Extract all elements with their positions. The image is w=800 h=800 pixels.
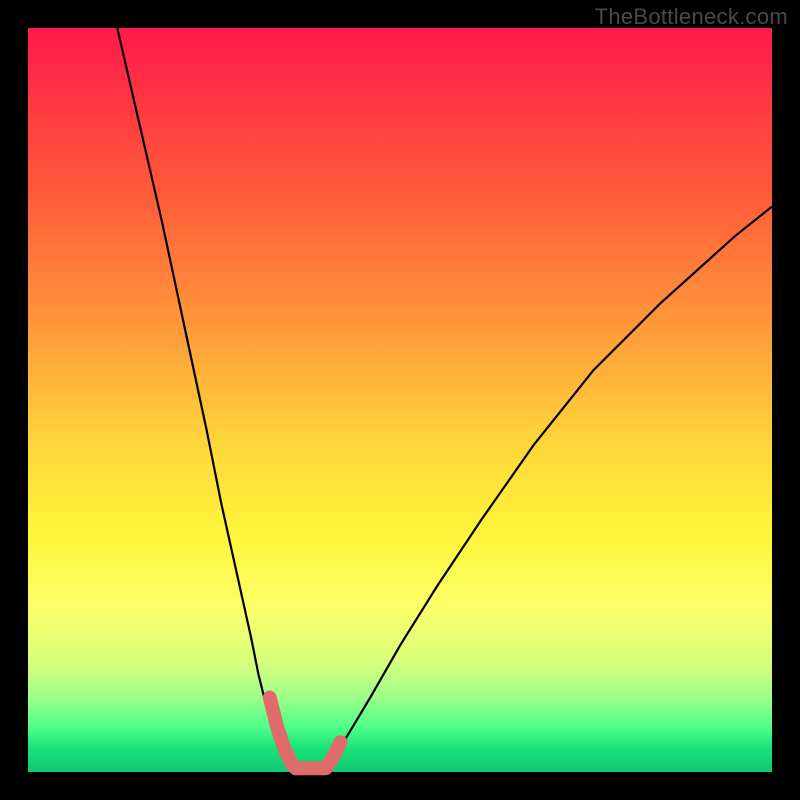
chart-frame: TheBottleneck.com	[0, 0, 800, 800]
plot-area	[28, 28, 772, 772]
curve-svg	[28, 28, 772, 772]
highlight-segment-1	[296, 742, 341, 768]
watermark-text: TheBottleneck.com	[595, 4, 788, 30]
bottleneck-curve	[117, 28, 772, 772]
highlight-segment-0	[270, 698, 296, 769]
